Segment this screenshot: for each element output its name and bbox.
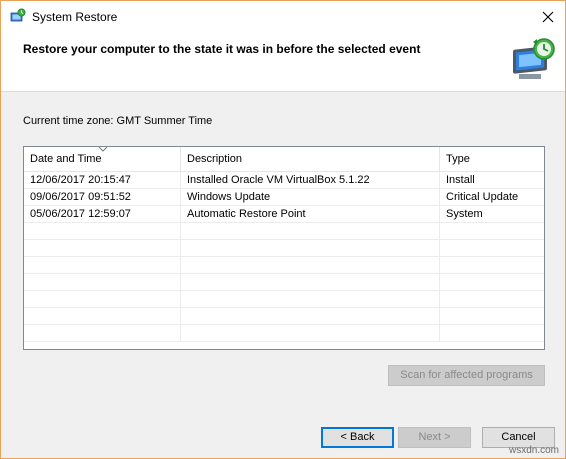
column-header-date-time[interactable]: Date and Time bbox=[24, 147, 181, 171]
empty-row bbox=[24, 325, 544, 342]
table-row[interactable]: 05/06/2017 12:59:07 Automatic Restore Po… bbox=[24, 206, 544, 223]
column-header-type[interactable]: Type bbox=[440, 147, 544, 171]
system-restore-window: System Restore Restore your computer to … bbox=[0, 0, 566, 459]
cell-description: Installed Oracle VM VirtualBox 5.1.22 bbox=[181, 172, 440, 188]
column-header-label: Date and Time bbox=[30, 153, 102, 165]
column-header-description[interactable]: Description bbox=[181, 147, 440, 171]
table-row[interactable]: 09/06/2017 09:51:52 Windows Update Criti… bbox=[24, 189, 544, 206]
close-icon bbox=[542, 11, 554, 23]
timezone-label: Current time zone: GMT Summer Time bbox=[23, 115, 213, 127]
scan-affected-programs-button[interactable]: Scan for affected programs bbox=[388, 365, 545, 386]
cell-description: Automatic Restore Point bbox=[181, 206, 440, 222]
restore-computer-icon bbox=[513, 38, 555, 79]
restore-point-list[interactable]: Date and Time Description Type 12/06/201… bbox=[23, 146, 545, 350]
back-button[interactable]: < Back bbox=[321, 427, 394, 448]
close-button[interactable] bbox=[531, 1, 565, 33]
watermark: wsxdn.com bbox=[508, 445, 559, 456]
system-restore-icon bbox=[10, 8, 26, 22]
empty-row bbox=[24, 240, 544, 257]
column-header-label: Type bbox=[446, 153, 470, 165]
empty-row bbox=[24, 308, 544, 325]
cell-description: Windows Update bbox=[181, 189, 440, 205]
empty-row bbox=[24, 223, 544, 240]
page-heading: Restore your computer to the state it wa… bbox=[23, 42, 421, 56]
empty-row bbox=[24, 257, 544, 274]
header-panel: Restore your computer to the state it wa… bbox=[1, 33, 565, 92]
empty-row bbox=[24, 274, 544, 291]
cell-type: System bbox=[446, 208, 483, 220]
cell-type: Install bbox=[446, 174, 475, 186]
title-bar: System Restore bbox=[1, 1, 565, 33]
window-title: System Restore bbox=[32, 10, 118, 24]
next-button[interactable]: Next > bbox=[398, 427, 471, 448]
column-header-label: Description bbox=[187, 153, 243, 165]
cell-date-time: 12/06/2017 20:15:47 bbox=[24, 172, 181, 188]
table-row[interactable]: 12/06/2017 20:15:47 Installed Oracle VM … bbox=[24, 172, 544, 189]
cell-date-time: 05/06/2017 12:59:07 bbox=[24, 206, 181, 222]
cell-type: Critical Update bbox=[446, 191, 519, 203]
empty-row bbox=[24, 291, 544, 308]
sort-descending-icon bbox=[98, 147, 108, 152]
cell-date-time: 09/06/2017 09:51:52 bbox=[24, 189, 181, 205]
